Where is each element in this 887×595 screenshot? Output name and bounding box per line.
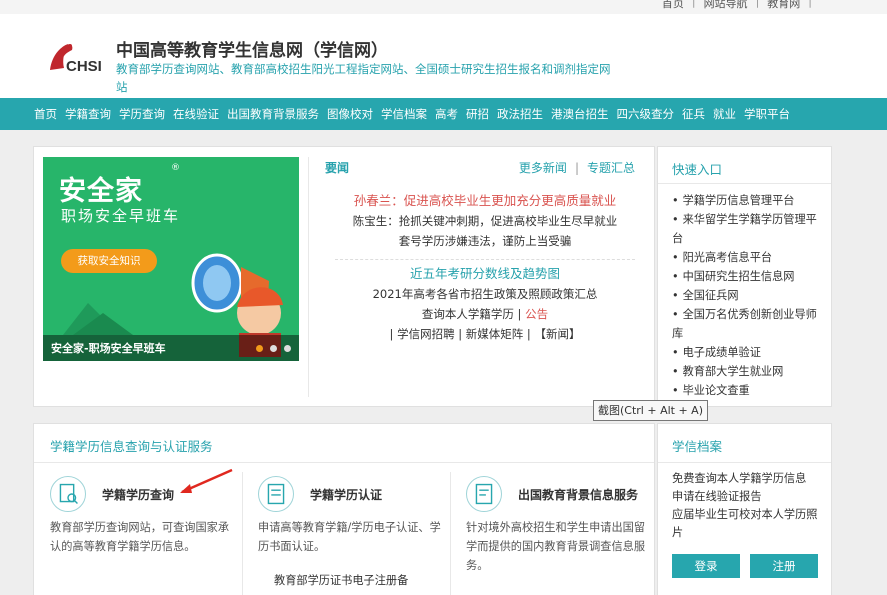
service-name[interactable]: 出国教育背景信息服务 [518, 486, 638, 503]
banner-pager [256, 345, 291, 352]
top-link-edu[interactable]: 教育网 [767, 0, 800, 11]
news-more-links: 更多新闻 | 专题汇总 [519, 159, 635, 176]
login-button[interactable]: 登录 [672, 554, 740, 578]
nav-item-archive[interactable]: 学信档案 [381, 106, 427, 122]
news-list: 孙春兰：促进高校毕业生更加充分更高质量就业 陈宝生：抢抓关键冲刺期，促进高校毕业… [325, 191, 645, 344]
announcement-link[interactable]: 公告 [525, 307, 548, 321]
more-news-link[interactable]: 更多新闻 [519, 161, 567, 175]
main-nav: 首页 学籍查询 学历查询 在线验证 出国教育背景服务 图像校对 学信档案 高考 … [0, 98, 887, 130]
archive-title: 学信档案 [672, 439, 723, 454]
nav-item-career-platform[interactable]: 学职平台 [744, 106, 790, 122]
news-panel: 安全家 ® 职场安全早班车 获取安全知识 安全家-职场安全早班车 要闻 更多新闻… [33, 146, 655, 407]
banner-reg-mark: ® [171, 163, 180, 173]
news-item[interactable]: 陈宝生：抢抓关键冲刺期，促进高校毕业生尽早就业 [325, 211, 645, 231]
nav-item-military[interactable]: 征兵 [682, 106, 705, 122]
document-search-icon [50, 476, 86, 512]
quick-entry-item[interactable]: 毕业论文查重 [672, 381, 822, 400]
quick-entry-item[interactable]: 全国万名优秀创新创业导师库 [672, 305, 822, 343]
news-item[interactable]: 套号学历涉嫌违法，谨防上当受骗 [325, 231, 645, 251]
quick-entry-title: 快速入口 [672, 162, 723, 177]
service-name[interactable]: 学籍学历查询 [102, 486, 174, 503]
news-headline-2[interactable]: 近五年考研分数线及趋势图 [325, 264, 645, 284]
nav-item-image-proof[interactable]: 图像校对 [327, 106, 373, 122]
quick-entry-item[interactable]: 教育部大学生就业网 [672, 362, 822, 381]
service-desc: 教育部学历查询网站，可查询国家承认的高等教育学籍学历信息。 [50, 521, 230, 553]
site-header: CHSI 中国高等教育学生信息网（学信网） 教育部学历查询网站、教育部高校招生阳… [0, 14, 887, 98]
screenshot-tooltip: 截图(Ctrl + Alt + A) [593, 400, 708, 421]
service-divider [242, 472, 243, 595]
news-header: 要闻 更多新闻 | 专题汇总 [325, 159, 645, 176]
nav-item-cet-score[interactable]: 四六级查分 [617, 106, 675, 122]
nav-item-gaokao[interactable]: 高考 [435, 106, 458, 122]
report-icon [466, 476, 502, 512]
banner-slogan: 职场安全早班车 [61, 207, 181, 225]
service-desc: 针对境外高校招生和学生申请出国留学而提供的国内教育背景调查信息服务。 [466, 521, 646, 572]
banner-brand: 安全家 [59, 176, 143, 207]
archive-divider [658, 462, 831, 463]
promo-banner[interactable]: 安全家 ® 职场安全早班车 获取安全知识 安全家-职场安全早班车 [43, 157, 299, 361]
services-title: 学籍学历信息查询与认证服务 [50, 439, 213, 454]
quick-entry-divider [658, 183, 831, 184]
banner-dot-2[interactable] [270, 345, 277, 352]
banner-dot-3[interactable] [284, 345, 291, 352]
top-utility-bar: 首页 | 网站导航 | 教育网 | [0, 0, 887, 14]
news-separator [335, 259, 635, 260]
banner-cta-button[interactable]: 获取安全知识 [61, 249, 157, 273]
logo-text: CHSI [66, 58, 102, 75]
nav-item-home[interactable]: 首页 [34, 106, 57, 122]
archive-line: 免费查询本人学籍学历信息 申请在线验证报告 应届毕业生可校对本人学历照片 [672, 472, 818, 539]
services-divider [34, 462, 654, 463]
nav-item-degree-query[interactable]: 学历查询 [119, 106, 165, 122]
service-name[interactable]: 学籍学历认证 [310, 486, 382, 503]
hills-illustration-icon [63, 303, 133, 335]
service-sub-item[interactable]: 教育部学历证书电子注册备 [274, 572, 408, 588]
nav-item-abroad-service[interactable]: 出国教育背景服务 [227, 106, 319, 122]
nav-item-employment[interactable]: 就业 [713, 106, 736, 122]
top-link-separator: | [755, 0, 760, 8]
quick-entry-panel: 快速入口 学籍学历信息管理平台 来华留学生学籍学历管理平台 阳光高考信息平台 中… [657, 146, 832, 407]
nav-item-yanzhao[interactable]: 研招 [466, 106, 489, 122]
news-more-separator: | [574, 161, 579, 175]
nav-item-hk-macau-tw[interactable]: 港澳台招生 [551, 106, 609, 122]
quick-entry-item[interactable]: 中国研究生招生信息网 [672, 267, 822, 286]
services-panel: 学籍学历信息查询与认证服务 学籍学历查询 教育部学历查询网站，可查询国家承认的高… [33, 423, 655, 595]
nav-item-enrollment-query[interactable]: 学籍查询 [65, 106, 111, 122]
news-divider [308, 157, 309, 397]
news-headline-1[interactable]: 孙春兰：促进高校毕业生更加充分更高质量就业 [325, 191, 645, 211]
archive-panel: 学信档案 免费查询本人学籍学历信息 申请在线验证报告 应届毕业生可校对本人学历照… [657, 423, 832, 595]
service-desc: 申请高等教育学籍/学历电子认证、学历书面认证。 [258, 521, 441, 553]
site-subtitle: 教育部学历查询网站、教育部高校招生阳光工程指定网站、全国硕士研究生招生报名和调剂… [116, 62, 611, 94]
register-button[interactable]: 注册 [750, 554, 818, 578]
site-title: 中国高等教育学生信息网（学信网） [116, 41, 388, 61]
news-links-row: 查询本人学籍学历 | 公告 | 学信网招聘 | 新媒体矩阵 | 【新闻】 [325, 304, 645, 344]
news-link[interactable]: 查询本人学籍学历 | [422, 307, 525, 321]
top-link-home[interactable]: 首页 [662, 0, 684, 11]
annotation-arrow-icon [180, 468, 233, 494]
archive-description: 免费查询本人学籍学历信息 申请在线验证报告 应届毕业生可校对本人学历照片 [672, 470, 824, 542]
news-label: 要闻 [325, 161, 350, 175]
quick-entry-item[interactable]: 电子成绩单验证 [672, 343, 822, 362]
quick-entry-list: 学籍学历信息管理平台 来华留学生学籍学历管理平台 阳光高考信息平台 中国研究生招… [672, 191, 822, 400]
nav-item-law-admission[interactable]: 政法招生 [497, 106, 543, 122]
banner-dot-1[interactable] [256, 345, 263, 352]
service-divider [450, 472, 451, 595]
news-link[interactable]: | 学信网招聘 | 新媒体矩阵 | 【新闻】 [390, 327, 581, 341]
topics-link[interactable]: 专题汇总 [587, 161, 635, 175]
news-item[interactable]: 2021年高考各省市招生政策及照顾政策汇总 [325, 284, 645, 304]
top-links: 首页 | 网站导航 | 教育网 | [662, 0, 812, 11]
quick-entry-item[interactable]: 来华留学生学籍学历管理平台 [672, 210, 822, 248]
quick-entry-item[interactable]: 学籍学历信息管理平台 [672, 191, 822, 210]
top-link-separator: | [691, 0, 696, 8]
banner-caption: 安全家-职场安全早班车 [51, 342, 166, 355]
quick-entry-item[interactable]: 阳光高考信息平台 [672, 248, 822, 267]
quick-entry-item[interactable]: 全国征兵网 [672, 286, 822, 305]
certificate-icon [258, 476, 294, 512]
top-link-sitemap[interactable]: 网站导航 [704, 0, 748, 11]
top-link-separator: | [808, 0, 812, 8]
nav-item-online-verify[interactable]: 在线验证 [173, 106, 219, 122]
